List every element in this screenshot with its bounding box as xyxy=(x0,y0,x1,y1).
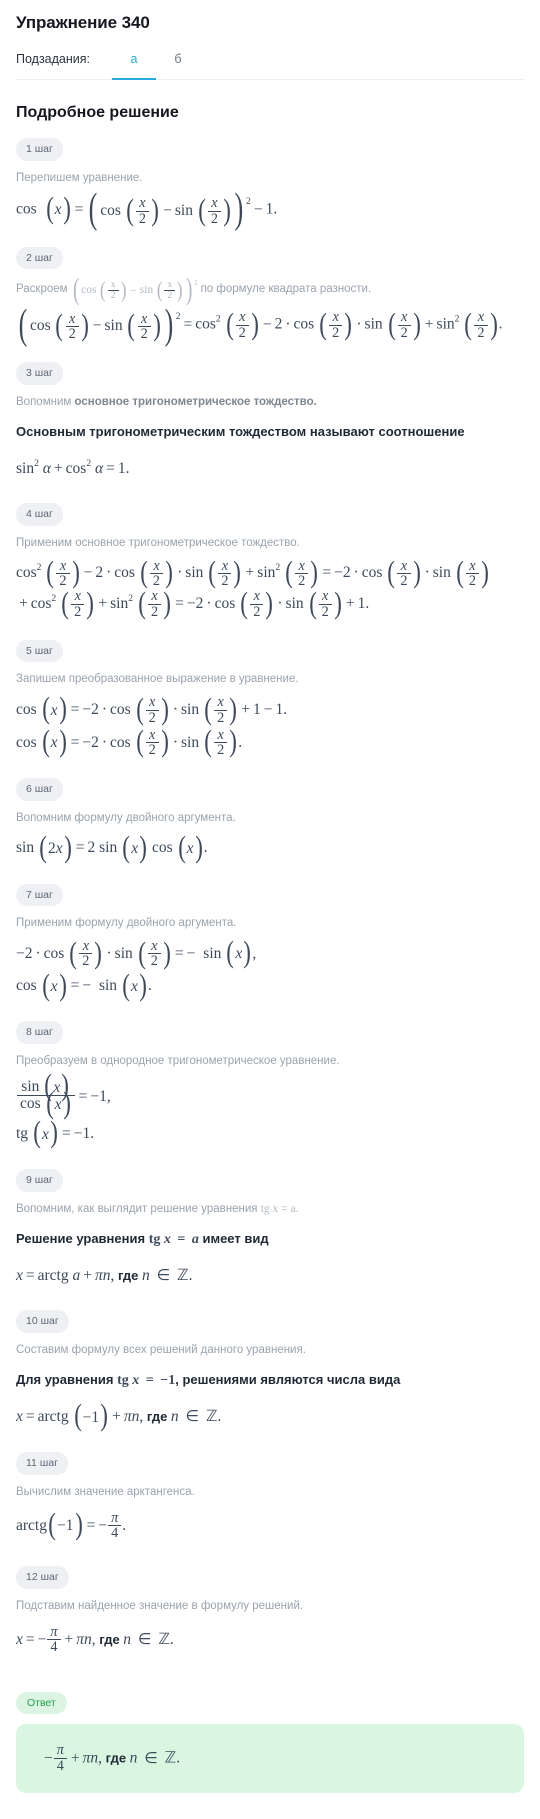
answer-formula: − π 4 + πn, где n ∈ ℤ. xyxy=(44,1742,181,1774)
statement-suffix: , решениями являются числа вида xyxy=(175,1372,401,1388)
step-3: 3 шаг Вопомним основное тригонометрическ… xyxy=(16,362,524,483)
answer-box: − π 4 + πn, где n ∈ ℤ. xyxy=(16,1724,524,1793)
step-note: Раскроем (cos (x 2) − sin (x 2)) 2 по формуле… xyxy=(16,270,524,306)
step-statement: Для уравнения tg x = −1, решениями являю… xyxy=(16,1370,524,1390)
statement-inline-math: tg x = a xyxy=(148,1232,199,1248)
step-note-suffix: по формуле квадрата разности. xyxy=(200,283,372,296)
step-5: 5 шаг Запишем преобразованное выражение … xyxy=(16,639,524,759)
step-formula: (cos (x 2) − sin (x 2)) 2 = cos2 (x 2) −2 · cos (x 2… xyxy=(18,301,503,348)
step-note: Вопомним формулу двойного аргумента. xyxy=(16,811,236,824)
step-note: Перепишем уравнение. xyxy=(16,171,143,184)
step-badge: 3 шаг xyxy=(16,362,63,385)
step-formula: cos (x) = −2 · cos (x 2) · sin (x 2) +1−1. xyxy=(16,691,288,726)
step-note: Вычислим значение арктангенса. xyxy=(16,1485,195,1498)
step-note: Применим основное тригонометрическое тож… xyxy=(16,536,300,549)
step-formula: x = arctg a + πn, где n ∈ ℤ. xyxy=(16,1266,193,1284)
step-badge: 8 шаг xyxy=(16,1021,63,1044)
solution-page: Упражнение 340 Подзадания: а б Подробное… xyxy=(0,0,540,1819)
step-note: Применим формулу двойного аргумента. xyxy=(16,917,237,929)
step-formula: cos (x) =(cos (x 2) − sin (x 2)) 2−1. xyxy=(16,186,278,233)
step-statement: Решение уравнения tg x = a имеет вид xyxy=(16,1229,524,1249)
step-formula: x = − π 4 + πn, где n ∈ ℤ. xyxy=(16,1623,174,1656)
step-badge: 1 шаг xyxy=(16,138,63,161)
step-1: 1 шаг Перепишем уравнение. cos (x) =(cos … xyxy=(16,138,524,233)
statement-prefix: Решение уравнения xyxy=(16,1231,146,1247)
step-formula: arctg(−1) = − π 4. xyxy=(16,1506,127,1542)
step-formula: cos2 (x 2) −2 · cos (x 2) · sin (x 2) + sin2 (x 2) =… xyxy=(16,555,489,620)
subtasks-label: Подзадания: xyxy=(16,52,91,66)
step-note: Составим формулу всех решений данного ур… xyxy=(16,1343,306,1356)
subtask-tab-list: а б xyxy=(112,49,200,80)
step-note-prefix: Раскроем xyxy=(16,283,68,296)
step-badge: 5 шаг xyxy=(16,639,63,663)
step-note-bold: основное тригонометрическое тождество. xyxy=(74,395,317,408)
step-note: Вопомним, как выглядит решение уравнения… xyxy=(16,1201,524,1218)
step-badge: 10 шаг xyxy=(16,1310,69,1333)
step-formula: sin2 α + cos2 α = 1. xyxy=(16,457,130,477)
step-formula: sin (2x) = 2 sin (x) cos (x). xyxy=(16,829,208,864)
step-note-inline-math: tg x = a. xyxy=(260,1202,299,1215)
step-note: Подставим найденное значение в формулу р… xyxy=(16,1599,304,1612)
step-2: 2 шаг Раскроем (cos (x 2) − sin (x 2)) 2 по ф… xyxy=(16,246,524,348)
step-formula: x = arctg (−1) + πn, где n ∈ ℤ. xyxy=(16,1398,222,1433)
step-formula: sin (x) cos (x) = −1, xyxy=(16,1070,524,1118)
page-title: Упражнение 340 xyxy=(16,13,150,32)
step-badge: 4 шаг xyxy=(16,503,63,526)
step-6: 6 шаг Вопомним формулу двойного аргумент… xyxy=(16,778,524,863)
answer-section: Ответ − π 4 + πn, где n ∈ ℤ. xyxy=(16,1680,524,1793)
step-badge: 9 шаг xyxy=(16,1169,63,1192)
step-note-prefix: Вопомним xyxy=(16,395,72,408)
step-note: Вопомним основное тригонометрическое тож… xyxy=(16,394,524,411)
step-11: 11 шаг Вычислим значение арктангенса. ar… xyxy=(16,1452,524,1546)
step-formula: −2 · cos (x 2) · sin (x 2) = − sin (x), xyxy=(16,935,257,970)
tab-subtask-b[interactable]: б xyxy=(156,49,200,80)
subtasks-bar: Подзадания: а б xyxy=(16,49,524,80)
statement-prefix: Для уравнения xyxy=(16,1372,114,1388)
statement-inline-math: tg x = −1 xyxy=(117,1373,176,1389)
step-badge: 2 шаг xyxy=(16,246,63,270)
answer-badge: Ответ xyxy=(16,1691,67,1715)
step-4: 4 шаг Применим основное тригонометрическ… xyxy=(16,503,524,619)
step-note: Запишем преобразованное выражение в урав… xyxy=(16,673,299,686)
step-badge: 7 шаг xyxy=(16,883,63,906)
section-title-detailed-solution: Подробное решение xyxy=(16,104,179,121)
step-9: 9 шаг Вопомним, как выглядит решение ура… xyxy=(16,1169,524,1290)
tab-subtask-a[interactable]: а xyxy=(112,49,157,80)
step-formula: tg (x) = −1. xyxy=(16,1115,95,1150)
step-statement: Основным тригонометрическим тождеством н… xyxy=(16,424,465,440)
step-note-inline-math: (cos (x 2) − sin (x 2)) 2 xyxy=(72,270,198,306)
step-badge: 12 шаг xyxy=(16,1566,69,1589)
statement-suffix: имеет вид xyxy=(202,1231,269,1247)
step-formula: cos (x) = − sin (x). xyxy=(16,967,152,1002)
step-10: 10 шаг Составим формулу всех решений дан… xyxy=(16,1310,524,1432)
step-note-prefix: Вопомним, как выглядит решение уравнения xyxy=(16,1202,258,1215)
step-7: 7 шаг Применим формулу двойного аргумент… xyxy=(16,883,524,1002)
step-note: Преобразуем в однородное тригонометричес… xyxy=(16,1054,340,1067)
step-badge: 11 шаг xyxy=(16,1452,68,1475)
step-8: 8 шаг Преобразуем в однородное тригономе… xyxy=(16,1021,524,1149)
step-12: 12 шаг Подставим найденное значение в фо… xyxy=(16,1566,524,1660)
step-formula: cos (x) = −2 · cos (x 2) · sin (x 2). xyxy=(16,723,243,759)
bottom-spacer xyxy=(16,1793,524,1819)
step-badge: 6 шаг xyxy=(16,778,63,801)
